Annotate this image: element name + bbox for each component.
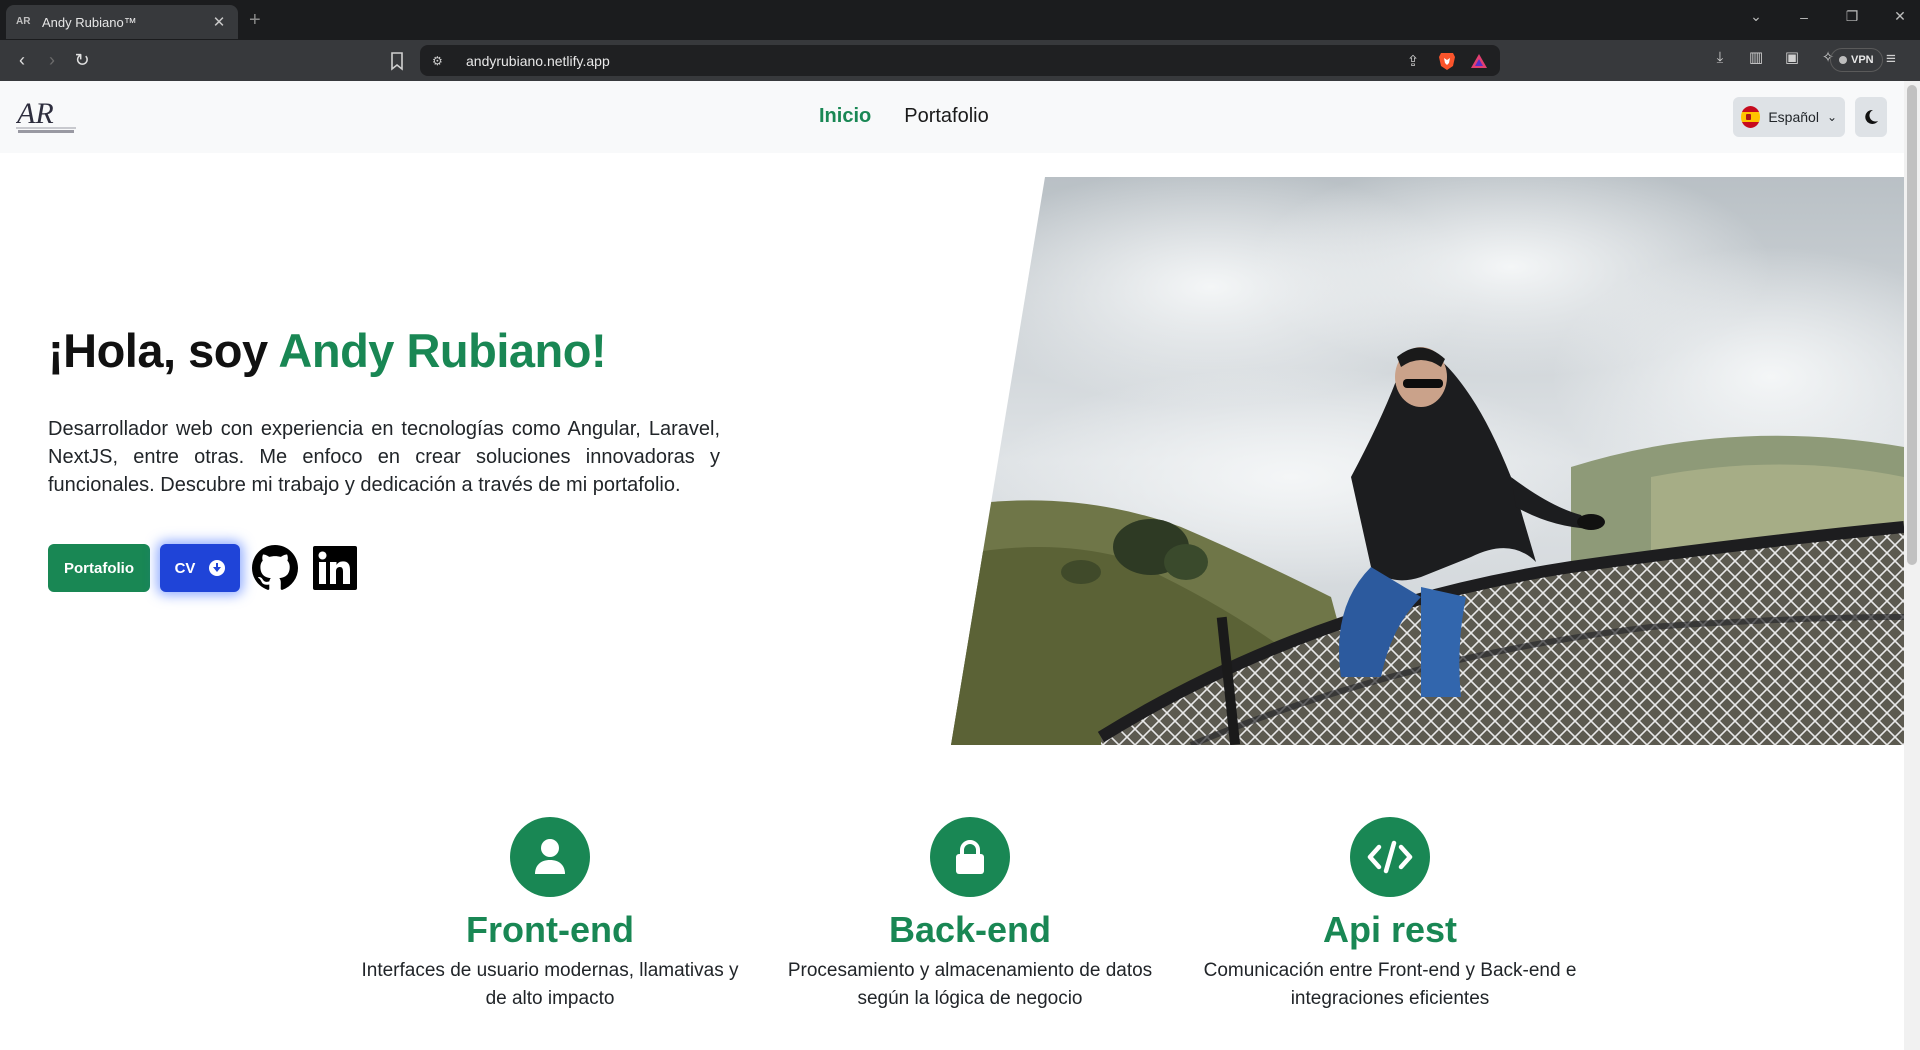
close-window-button[interactable]: ✕ (1888, 8, 1912, 25)
browser-tab[interactable]: AR Andy Rubiano™ ✕ (6, 5, 238, 39)
back-button[interactable]: ‹ (10, 49, 34, 73)
moon-icon (1865, 109, 1878, 124)
feature-frontend: Front-end Interfaces de usuario modernas… (340, 817, 760, 1013)
portfolio-button[interactable]: Portafolio (48, 544, 150, 592)
site-logo[interactable]: AR (15, 97, 78, 137)
toolbar-actions: ⤓ ▥ ▣ ✧ (1710, 48, 1838, 67)
github-icon[interactable] (250, 543, 300, 593)
feature-title: Front-end (466, 909, 634, 950)
bookmark-icon[interactable] (386, 49, 408, 73)
linkedin-icon[interactable] (310, 543, 360, 593)
scrollbar-thumb[interactable] (1907, 85, 1917, 565)
brave-rewards-icon[interactable] (1470, 52, 1488, 70)
web-page: AR Inicio Portafolio Español ⌄ ¡Hola, so… (0, 81, 1904, 1050)
minimize-button[interactable]: – (1792, 9, 1816, 25)
lock-icon (930, 817, 1010, 897)
tab-title: Andy Rubiano™ (42, 14, 137, 30)
cv-button-label: CV (174, 559, 196, 577)
spain-flag-icon (1741, 106, 1761, 128)
language-select[interactable]: Español ⌄ (1733, 97, 1845, 137)
feature-title: Api rest (1322, 909, 1458, 950)
site-favicon-icon: AR (16, 16, 31, 27)
user-icon (510, 817, 590, 897)
download-circle-icon (209, 560, 226, 576)
feature-api: Api rest Comunicación entre Front-end y … (1180, 817, 1600, 1013)
feature-title: Back-end (888, 909, 1052, 950)
chevron-down-icon: ⌄ (1826, 110, 1837, 124)
features-section: Front-end Interfaces de usuario modernas… (340, 817, 1600, 1013)
vpn-status-icon (1839, 56, 1847, 64)
hero-description: Desarrollador web con experiencia en tec… (48, 418, 720, 496)
restore-button[interactable]: ❐ (1840, 8, 1864, 25)
feature-description: Interfaces de usuario modernas, llamativ… (361, 960, 739, 1009)
nav-link-portafolio[interactable]: Portafolio (904, 105, 989, 128)
hero-actions: Portafolio CV (48, 543, 360, 593)
browser-tab-bar: AR Andy Rubiano™ ✕ + ⌄ – ❐ ✕ (0, 0, 1920, 40)
theme-toggle-button[interactable] (1855, 97, 1887, 137)
feature-description: Comunicación entre Front-end y Back-end … (1203, 960, 1577, 1009)
main-nav: Inicio Portafolio (819, 105, 989, 128)
svg-text:AR: AR (16, 97, 54, 130)
hero-title-name: Andy Rubiano! (278, 324, 607, 377)
share-icon[interactable]: ⇪ (1402, 52, 1424, 70)
language-selected-label: Español (1768, 109, 1819, 125)
window-controls: ⌄ – ❐ ✕ (1744, 8, 1912, 25)
site-navbar: AR Inicio Portafolio Español ⌄ (0, 81, 1904, 153)
cv-download-button[interactable]: CV (160, 544, 240, 592)
page-scrollbar[interactable] (1904, 81, 1920, 1050)
site-info-icon[interactable]: ⚙ (432, 54, 452, 68)
vpn-button[interactable]: VPN (1830, 48, 1883, 72)
browser-toolbar: ‹ › ↻ ⚙ andyrubiano.netlify.app ⇪ ⤓ ▥ ▣ … (0, 40, 1920, 81)
feature-backend: Back-end Procesamiento y almacenamiento … (760, 817, 1180, 1013)
sidebar-icon[interactable]: ▥ (1746, 48, 1766, 66)
reload-button[interactable]: ↻ (70, 49, 94, 73)
hero-photo (951, 177, 1904, 745)
hero-title-prefix: ¡Hola, soy (48, 324, 279, 377)
downloads-icon[interactable]: ⤓ (1710, 49, 1730, 66)
feature-description: Procesamiento y almacenamiento de datos … (787, 960, 1153, 1009)
wallet-icon[interactable]: ▣ (1782, 48, 1802, 66)
hero-title: ¡Hola, soy Andy Rubiano! (48, 323, 607, 378)
forward-button[interactable]: › (40, 49, 64, 73)
close-tab-icon[interactable]: ✕ (210, 13, 228, 31)
address-bar[interactable]: ⚙ andyrubiano.netlify.app ⇪ (420, 45, 1500, 76)
nav-link-inicio[interactable]: Inicio (819, 105, 871, 128)
browser-menu-icon[interactable]: ≡ (1886, 49, 1896, 69)
code-icon (1350, 817, 1430, 897)
vpn-label: VPN (1851, 54, 1874, 66)
url-text[interactable]: andyrubiano.netlify.app (466, 53, 1402, 69)
brave-shields-icon[interactable] (1438, 51, 1456, 71)
new-tab-button[interactable]: + (249, 9, 261, 32)
tab-search-icon[interactable]: ⌄ (1744, 8, 1768, 25)
